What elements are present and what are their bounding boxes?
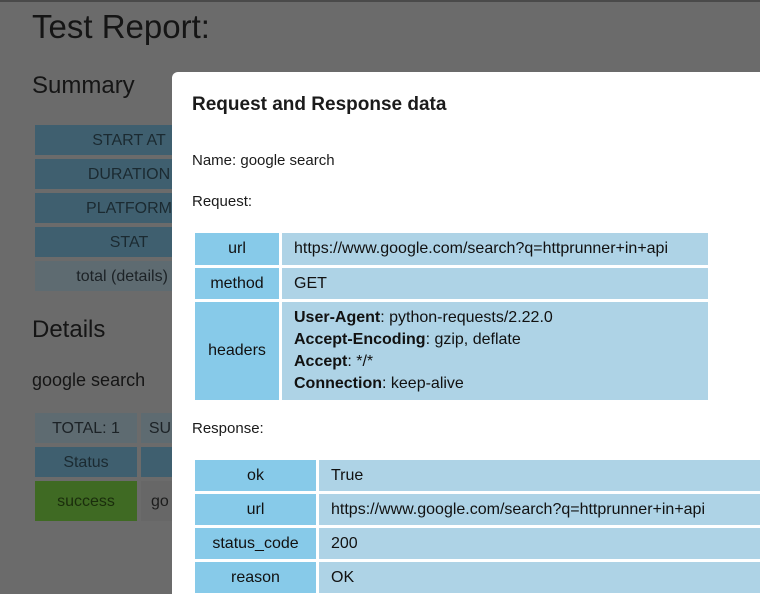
- request-label: Request:: [192, 193, 253, 210]
- report-title: Test Report:: [32, 8, 210, 45]
- response-key: reason: [195, 562, 316, 593]
- response-table: ok True url https://www.google.com/searc…: [192, 457, 760, 594]
- testcase-name: Name: google search: [192, 152, 335, 169]
- request-row-method: method GET: [195, 268, 708, 299]
- request-response-modal: Request and Response data Name: google s…: [172, 72, 760, 594]
- header-value: */*: [356, 353, 374, 370]
- response-value: True: [319, 460, 760, 491]
- header-line: Accept-Encoding: gzip, deflate: [294, 331, 521, 348]
- request-key: headers: [195, 302, 279, 400]
- header-value: keep-alive: [390, 375, 464, 392]
- request-method-value: GET: [282, 268, 708, 299]
- response-key: ok: [195, 460, 316, 491]
- header-value: python-requests/2.22.0: [389, 309, 553, 326]
- header-value: gzip, deflate: [434, 331, 521, 348]
- response-label: Response:: [192, 420, 264, 437]
- header-key: Accept-Encoding: [294, 331, 426, 348]
- response-row: status_code 200: [195, 528, 760, 559]
- response-row: reason OK: [195, 562, 760, 593]
- status-badge: success: [34, 480, 138, 522]
- header-line: User-Agent: python-requests/2.22.0: [294, 309, 553, 326]
- details-heading: Details: [32, 316, 106, 343]
- response-key: url: [195, 494, 316, 525]
- response-row: ok True: [195, 460, 760, 491]
- header-key: Connection: [294, 375, 382, 392]
- header-key: User-Agent: [294, 309, 381, 326]
- header-key: Accept: [294, 353, 348, 370]
- testcase-heading: google search: [32, 370, 146, 390]
- details-total: TOTAL: 1: [34, 412, 138, 444]
- response-row: url https://www.google.com/search?q=http…: [195, 494, 760, 525]
- modal-title: Request and Response data: [192, 94, 447, 115]
- request-url-value: https://www.google.com/search?q=httprunn…: [282, 233, 708, 265]
- response-value: https://www.google.com/search?q=httprunn…: [319, 494, 760, 525]
- request-table: url https://www.google.com/search?q=http…: [192, 230, 711, 403]
- request-key: url: [195, 233, 279, 265]
- response-value: 200: [319, 528, 760, 559]
- request-key: method: [195, 268, 279, 299]
- summary-heading: Summary: [32, 72, 135, 99]
- response-key: status_code: [195, 528, 316, 559]
- response-value: OK: [319, 562, 760, 593]
- header-line: Accept: */*: [294, 353, 374, 370]
- request-row-headers: headers User-Agent: python-requests/2.22…: [195, 302, 708, 400]
- details-status-header: Status: [34, 446, 138, 478]
- header-line: Connection: keep-alive: [294, 375, 464, 392]
- request-row-url: url https://www.google.com/search?q=http…: [195, 233, 708, 265]
- request-headers-value: User-Agent: python-requests/2.22.0 Accep…: [282, 302, 708, 400]
